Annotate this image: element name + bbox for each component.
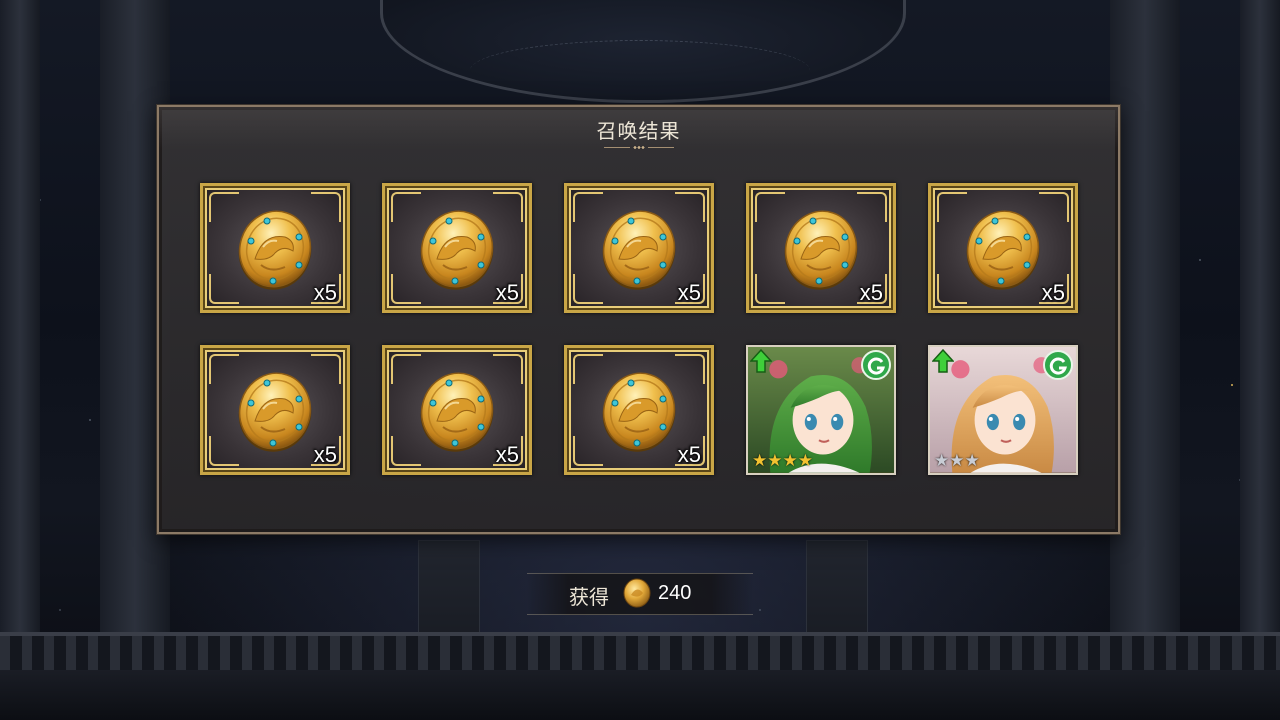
- reward-quantity: x5: [495, 280, 519, 305]
- reward-quantity: x5: [859, 280, 883, 305]
- rarity-star-icon: ★: [934, 451, 950, 471]
- gold-medal-icon: [966, 210, 1040, 290]
- obtain-label: 获得: [569, 585, 609, 609]
- gold-medal-icon: [238, 210, 312, 290]
- balustrade: [0, 632, 1280, 674]
- reward-card-medal[interactable]: x5: [746, 183, 896, 313]
- rarity-star-icon: ★: [949, 451, 965, 471]
- reward-quantity: x5: [495, 442, 519, 467]
- summon-result-dialog: 召唤结果 x5 x5 x5 x5 x5 x5 x5 x5 ★ ★ ★ ★ ★ ★…: [157, 105, 1120, 534]
- rarity-star-icon: ★: [797, 451, 813, 471]
- obtain-value: 240: [658, 582, 692, 604]
- reward-quantity: x5: [313, 442, 337, 467]
- rarity-star-icon: ★: [964, 451, 980, 471]
- floor: [0, 670, 1280, 720]
- wind-element-icon: [1043, 350, 1073, 380]
- obtain-bar: 获得 240: [527, 573, 753, 615]
- reward-card-medal[interactable]: x5: [382, 183, 532, 313]
- reward-card-medal[interactable]: x5: [200, 345, 350, 475]
- rarity-star-icon: ★: [752, 451, 768, 471]
- gold-medal-icon: [602, 210, 676, 290]
- gold-medal-icon: [784, 210, 858, 290]
- green-up-arrow-icon: [750, 349, 772, 373]
- reward-card-medal[interactable]: x5: [200, 183, 350, 313]
- gold-medal-icon: [420, 210, 494, 290]
- rarity-star-icon: ★: [767, 451, 783, 471]
- gold-medal-icon: [420, 372, 494, 452]
- pillar: [1240, 0, 1280, 720]
- gold-medal-icon: [602, 372, 676, 452]
- constellation-ceiling: [470, 40, 810, 101]
- rarity-star-icon: ★: [782, 451, 798, 471]
- gold-medal-icon: [623, 578, 651, 608]
- reward-card-medal[interactable]: x5: [928, 183, 1078, 313]
- dialog-title: 召唤结果: [596, 119, 681, 143]
- pillar: [0, 0, 40, 720]
- reward-quantity: x5: [1041, 280, 1065, 305]
- reward-card-character[interactable]: ★ ★ ★ ★: [746, 345, 896, 475]
- green-up-arrow-icon: [932, 349, 954, 373]
- gold-medal-icon: [238, 372, 312, 452]
- reward-card-medal[interactable]: x5: [564, 345, 714, 475]
- rarity-stars: ★ ★ ★: [934, 452, 980, 470]
- title-ornament: [603, 144, 674, 152]
- pillar: [1110, 0, 1180, 720]
- reward-card-medal[interactable]: x5: [382, 345, 532, 475]
- reward-quantity: x5: [313, 280, 337, 305]
- reward-card-character[interactable]: ★ ★ ★: [928, 345, 1078, 475]
- reward-quantity: x5: [677, 280, 701, 305]
- reward-card-medal[interactable]: x5: [564, 183, 714, 313]
- rarity-stars: ★ ★ ★ ★: [752, 452, 813, 470]
- wind-element-icon: [861, 350, 891, 380]
- reward-quantity: x5: [677, 442, 701, 467]
